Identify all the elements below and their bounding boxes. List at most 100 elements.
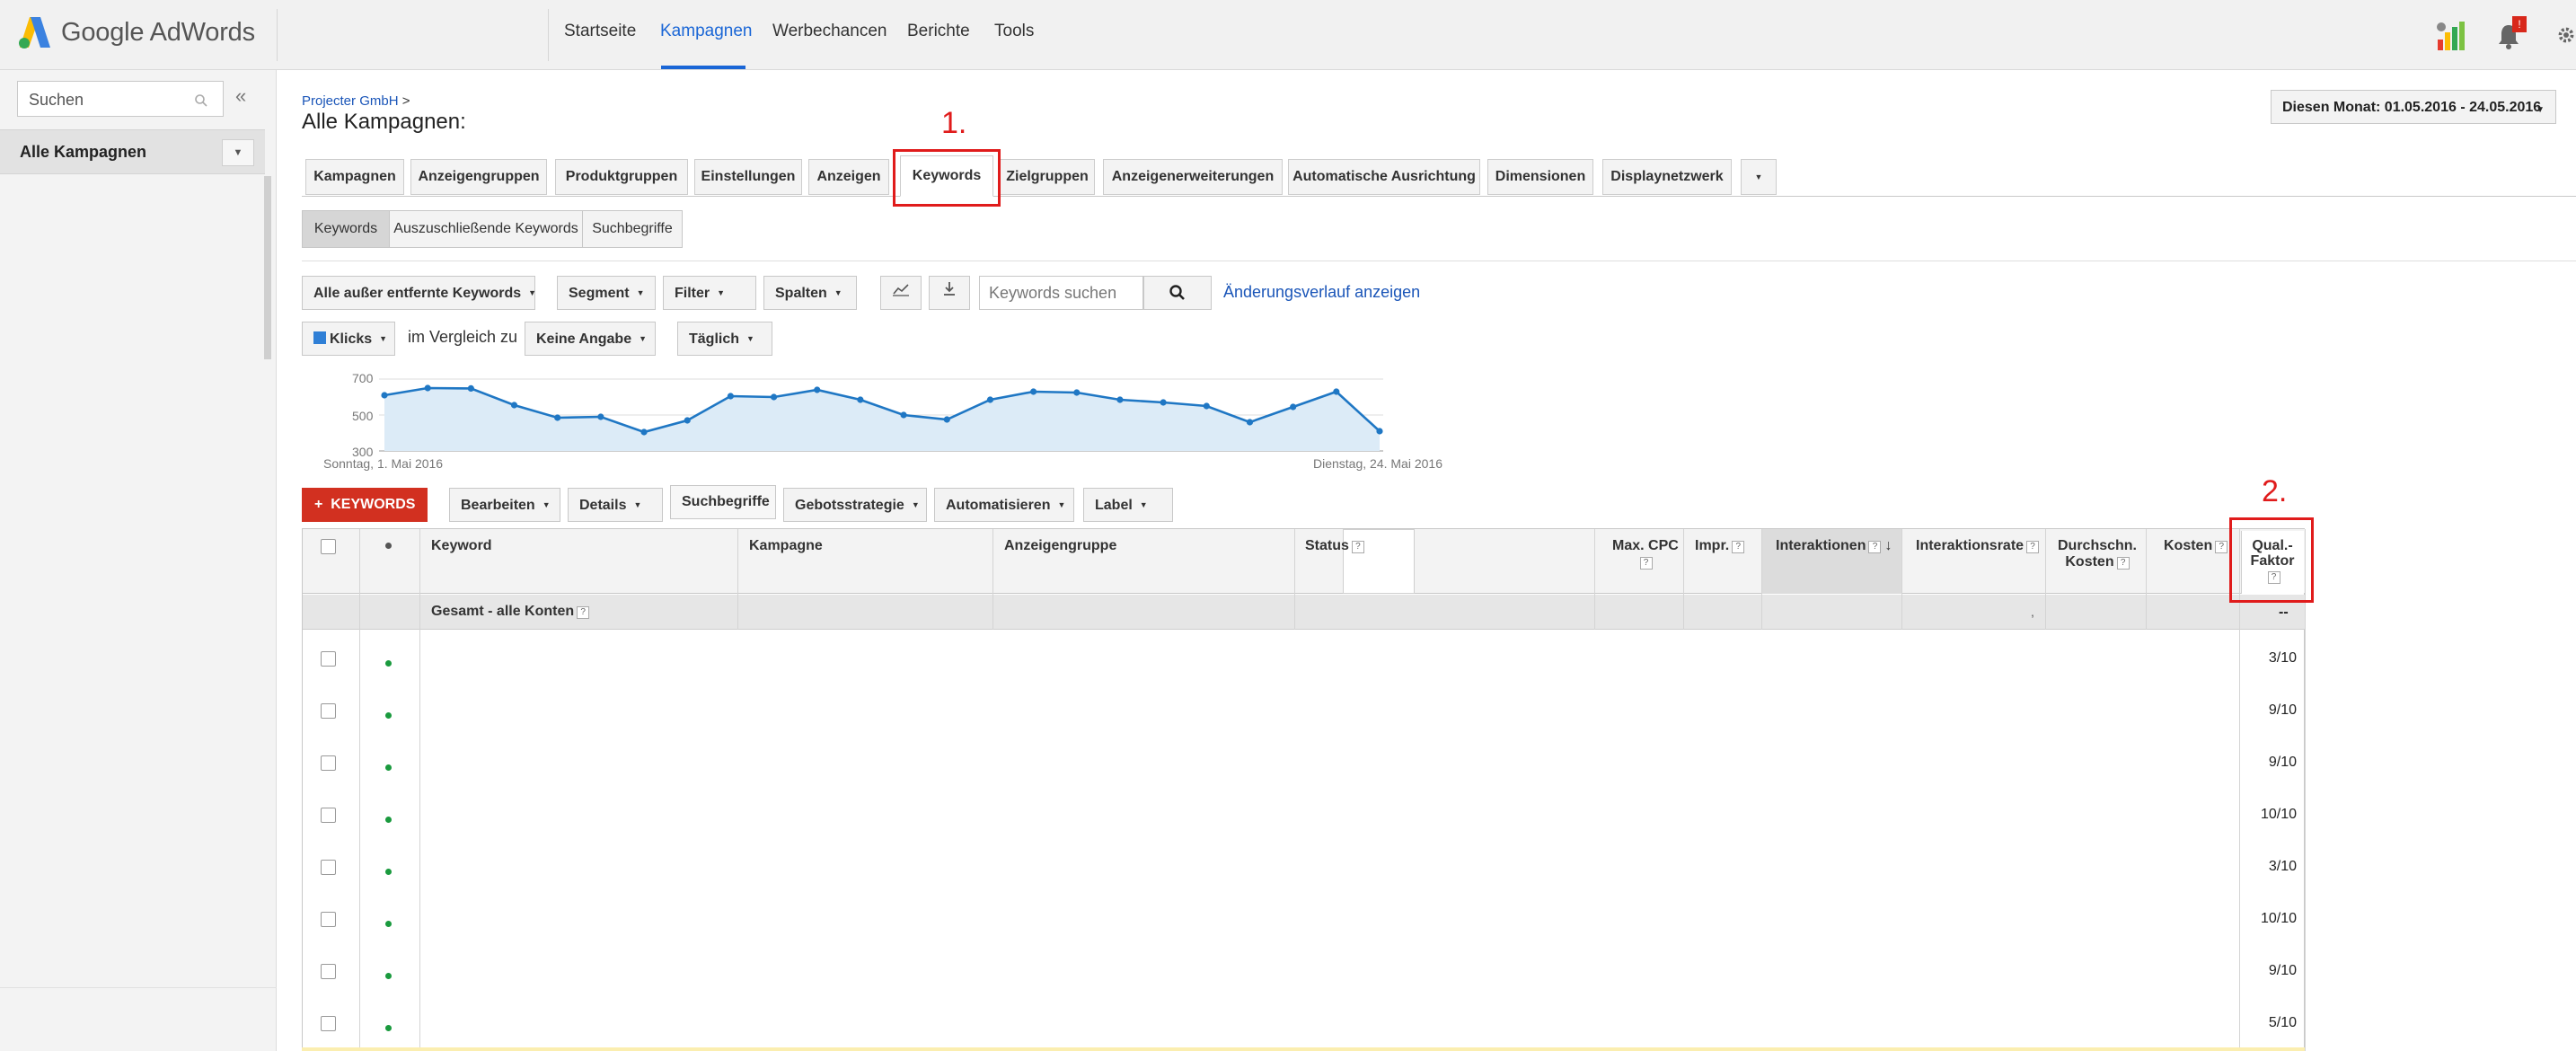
chart-toggle-button[interactable] xyxy=(880,276,922,310)
keyword-search-button[interactable] xyxy=(1143,276,1212,310)
nav-werbechancen[interactable]: Werbechancen xyxy=(772,22,887,41)
metric-dropdown[interactable]: Klicks ▼ xyxy=(302,322,395,356)
column-header-impressions[interactable]: Impr.? xyxy=(1695,538,1745,554)
account-performance-icon[interactable] xyxy=(2434,20,2466,52)
help-icon[interactable]: ? xyxy=(2215,541,2228,553)
tab-einstellungen[interactable]: Einstellungen xyxy=(694,159,802,195)
granularity-dropdown[interactable]: Täglich ▼ xyxy=(677,322,772,356)
chart-data-point[interactable] xyxy=(986,396,994,403)
download-button[interactable] xyxy=(929,276,970,310)
status-enabled-dot[interactable] xyxy=(385,817,392,823)
column-header-adgroup[interactable]: Anzeigengruppe xyxy=(1004,538,1116,554)
status-enabled-dot[interactable] xyxy=(385,869,392,875)
segment-dropdown[interactable]: Segment ▼ xyxy=(557,276,656,310)
subtab-keywords[interactable]: Keywords xyxy=(302,210,390,248)
status-enabled-dot[interactable] xyxy=(385,1025,392,1031)
column-header-interactions[interactable]: Interaktionen? ↓ xyxy=(1776,538,1892,554)
help-icon[interactable]: ? xyxy=(577,606,590,619)
tab-produktgruppen[interactable]: Produktgruppen xyxy=(555,159,688,195)
keyword-status-filter[interactable]: Alle außer entfernte Keywords ▼ xyxy=(302,276,536,310)
more-tabs-dropdown[interactable]: ▼ xyxy=(1741,159,1777,195)
column-header-status[interactable]: Status? xyxy=(1305,538,1364,554)
keyword-search-input[interactable]: Keywords suchen xyxy=(979,276,1143,310)
help-icon[interactable]: ? xyxy=(1868,541,1882,553)
collapse-sidebar-button[interactable]: « xyxy=(235,84,246,108)
nav-kampagnen[interactable]: Kampagnen xyxy=(660,22,752,41)
help-icon[interactable]: ? xyxy=(1639,557,1653,570)
tab-displaynetzwerk[interactable]: Displaynetzwerk xyxy=(1602,159,1732,195)
chart-data-point[interactable] xyxy=(381,392,388,399)
chevron-down-icon[interactable]: ▼ xyxy=(222,139,254,166)
select-all-checkbox[interactable] xyxy=(321,539,336,554)
label-dropdown[interactable]: Label ▼ xyxy=(1083,488,1173,522)
column-header-cost[interactable]: Kosten? xyxy=(2164,538,2228,554)
row-checkbox[interactable] xyxy=(321,1016,336,1031)
tab-anzeigenerweiterungen[interactable]: Anzeigenerweiterungen xyxy=(1103,159,1283,195)
status-enabled-dot[interactable] xyxy=(385,973,392,979)
chart-data-point[interactable] xyxy=(814,386,821,393)
add-keywords-button[interactable]: + KEYWORDS xyxy=(302,488,428,522)
gear-icon[interactable] xyxy=(2556,22,2576,49)
filter-dropdown[interactable]: Filter ▼ xyxy=(663,276,756,310)
automate-dropdown[interactable]: Automatisieren ▼ xyxy=(934,488,1074,522)
row-checkbox[interactable] xyxy=(321,651,336,667)
tab-anzeigen[interactable]: Anzeigen xyxy=(808,159,889,195)
row-checkbox[interactable] xyxy=(321,964,336,979)
row-checkbox[interactable] xyxy=(321,912,336,927)
help-icon[interactable]: ? xyxy=(2026,541,2040,553)
chart-data-point[interactable] xyxy=(943,416,950,423)
tab-anzeigengruppen[interactable]: Anzeigengruppen xyxy=(410,159,547,195)
search-terms-button[interactable]: Suchbegriffe xyxy=(670,485,776,519)
chart-data-point[interactable] xyxy=(554,414,561,421)
chart-data-point[interactable] xyxy=(467,384,474,392)
chart-data-point[interactable] xyxy=(1116,396,1124,403)
sidebar-item-all-campaigns[interactable]: Alle Kampagnen ▼ xyxy=(0,129,265,174)
tab-automatische-ausrichtung[interactable]: Automatische Ausrichtung xyxy=(1288,159,1480,195)
row-checkbox[interactable] xyxy=(321,703,336,719)
help-icon[interactable]: ? xyxy=(1732,541,1745,553)
chart-data-point[interactable] xyxy=(1073,389,1081,396)
tab-dimensionen[interactable]: Dimensionen xyxy=(1487,159,1593,195)
chart-data-point[interactable] xyxy=(424,384,431,392)
nav-tools[interactable]: Tools xyxy=(994,22,1034,41)
help-icon[interactable]: ? xyxy=(1351,541,1364,553)
change-history-link[interactable]: Änderungsverlauf anzeigen xyxy=(1223,283,1420,302)
column-header-interaction-rate[interactable]: Interaktionsrate? xyxy=(1916,538,2040,554)
adwords-logo[interactable]: Google AdWords xyxy=(18,14,255,50)
chart-data-point[interactable] xyxy=(1203,402,1210,410)
subtab-negative-keywords[interactable]: Auszuschließende Keywords xyxy=(389,210,583,248)
status-enabled-dot[interactable] xyxy=(385,660,392,667)
sidebar-search-input[interactable]: Suchen xyxy=(17,81,224,117)
chart-data-point[interactable] xyxy=(770,393,778,401)
nav-berichte[interactable]: Berichte xyxy=(907,22,970,41)
chart-data-point[interactable] xyxy=(727,393,734,400)
column-header-max-cpc[interactable]: Max. CPC? xyxy=(1612,538,1679,570)
sidebar-scrollbar[interactable] xyxy=(264,176,271,359)
column-header-campaign[interactable]: Kampagne xyxy=(749,538,823,554)
chart-data-point[interactable] xyxy=(1333,388,1340,395)
chart-data-point[interactable] xyxy=(640,428,648,436)
column-header-avg-cost[interactable]: Durchschn. Kosten? xyxy=(2056,538,2139,570)
chart-data-point[interactable] xyxy=(900,411,907,419)
status-enabled-dot[interactable] xyxy=(385,764,392,771)
status-enabled-dot[interactable] xyxy=(385,712,392,719)
chart-data-point[interactable] xyxy=(597,413,604,420)
chart-data-point[interactable] xyxy=(1160,399,1167,406)
row-checkbox[interactable] xyxy=(321,808,336,823)
tab-zielgruppen[interactable]: Zielgruppen xyxy=(1000,159,1095,195)
bid-strategy-dropdown[interactable]: Gebotsstrategie ▼ xyxy=(783,488,927,522)
row-checkbox[interactable] xyxy=(321,755,336,771)
compare-metric-dropdown[interactable]: Keine Angabe ▼ xyxy=(525,322,656,356)
status-enabled-dot[interactable] xyxy=(385,921,392,927)
chart-data-point[interactable] xyxy=(1290,403,1297,411)
chart-data-point[interactable] xyxy=(1030,388,1037,395)
breadcrumb-account-link[interactable]: Projecter GmbH xyxy=(302,93,399,109)
chart-data-point[interactable] xyxy=(684,417,691,424)
tab-kampagnen[interactable]: Kampagnen xyxy=(305,159,404,195)
date-range-selector[interactable]: Diesen Monat: 01.05.2016 - 24.05.2016 ▼ xyxy=(2271,90,2556,124)
chart-data-point[interactable] xyxy=(510,402,518,409)
edit-dropdown[interactable]: Bearbeiten ▼ xyxy=(449,488,560,522)
row-checkbox[interactable] xyxy=(321,860,336,875)
subtab-search-terms[interactable]: Suchbegriffe xyxy=(582,210,683,248)
chart-data-point[interactable] xyxy=(857,396,864,403)
